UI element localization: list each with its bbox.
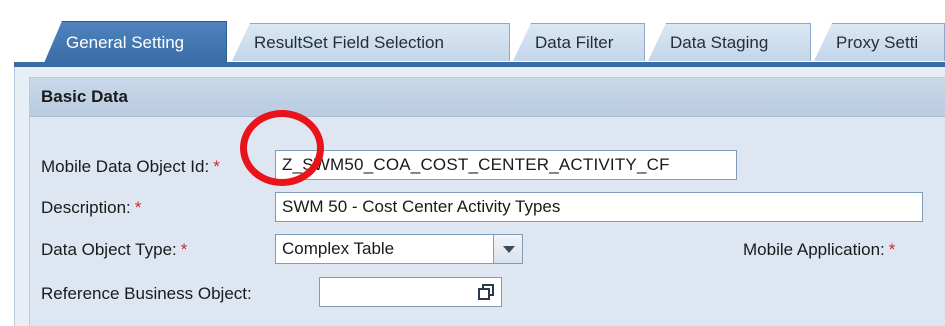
reference-business-object-field[interactable] (319, 277, 473, 307)
tab-data-filter[interactable]: Data Filter (513, 23, 645, 61)
tab-label: Proxy Setti (836, 33, 919, 52)
data-object-type-label: Data Object Type: * (41, 240, 187, 260)
description-label: Description: * (41, 198, 141, 218)
chevron-down-icon (503, 246, 515, 253)
tab-label: Data Filter (535, 33, 614, 52)
required-mark: * (180, 240, 188, 259)
data-object-type-dropdown-button[interactable] (493, 234, 523, 264)
tab-label: Data Staging (670, 33, 769, 52)
basic-data-section: Basic Data Mobile Data Object Id: * Z_SWM… (29, 77, 945, 326)
label-text: Data Object Type: (41, 240, 177, 259)
tab-label: ResultSet Field Selection (254, 33, 444, 52)
tab-strip: General Setting ResultSet Field Selectio… (0, 0, 945, 67)
data-object-type-select[interactable]: Complex Table (275, 234, 494, 264)
tab-label: General Setting (66, 33, 185, 52)
description-field[interactable]: SWM 50 - Cost Center Activity Types (275, 192, 923, 222)
label-text: Mobile Application: (743, 240, 885, 259)
section-title: Basic Data (41, 87, 128, 106)
mobile-data-object-id-field[interactable]: Z_SWM50_COA_COST_CENTER_ACTIVITY_CF (275, 150, 737, 180)
tab-content-panel: Basic Data Mobile Data Object Id: * Z_SWM… (14, 67, 945, 326)
tab-general-setting[interactable]: General Setting (44, 21, 227, 63)
label-text: Reference Business Object: (41, 284, 252, 303)
label-text: Mobile Data Object Id: (41, 157, 210, 176)
mobile-data-object-editor: General Setting ResultSet Field Selectio… (0, 0, 945, 326)
required-mark: * (213, 157, 220, 176)
required-mark: * (134, 198, 142, 217)
value-help-button[interactable] (472, 277, 502, 307)
section-header: Basic Data (30, 78, 945, 117)
mobile-data-object-id-label: Mobile Data Object Id: * (41, 157, 220, 177)
mobile-application-label: Mobile Application: * (743, 240, 895, 260)
label-text: Description: (41, 198, 131, 217)
value-help-icon-front (478, 288, 490, 300)
tab-proxy-settings[interactable]: Proxy Setti (814, 23, 945, 61)
reference-business-object-label: Reference Business Object: (41, 284, 252, 304)
tab-data-staging[interactable]: Data Staging (648, 23, 811, 61)
required-mark: * (888, 240, 896, 259)
tab-resultset-field-selection[interactable]: ResultSet Field Selection (232, 23, 510, 61)
